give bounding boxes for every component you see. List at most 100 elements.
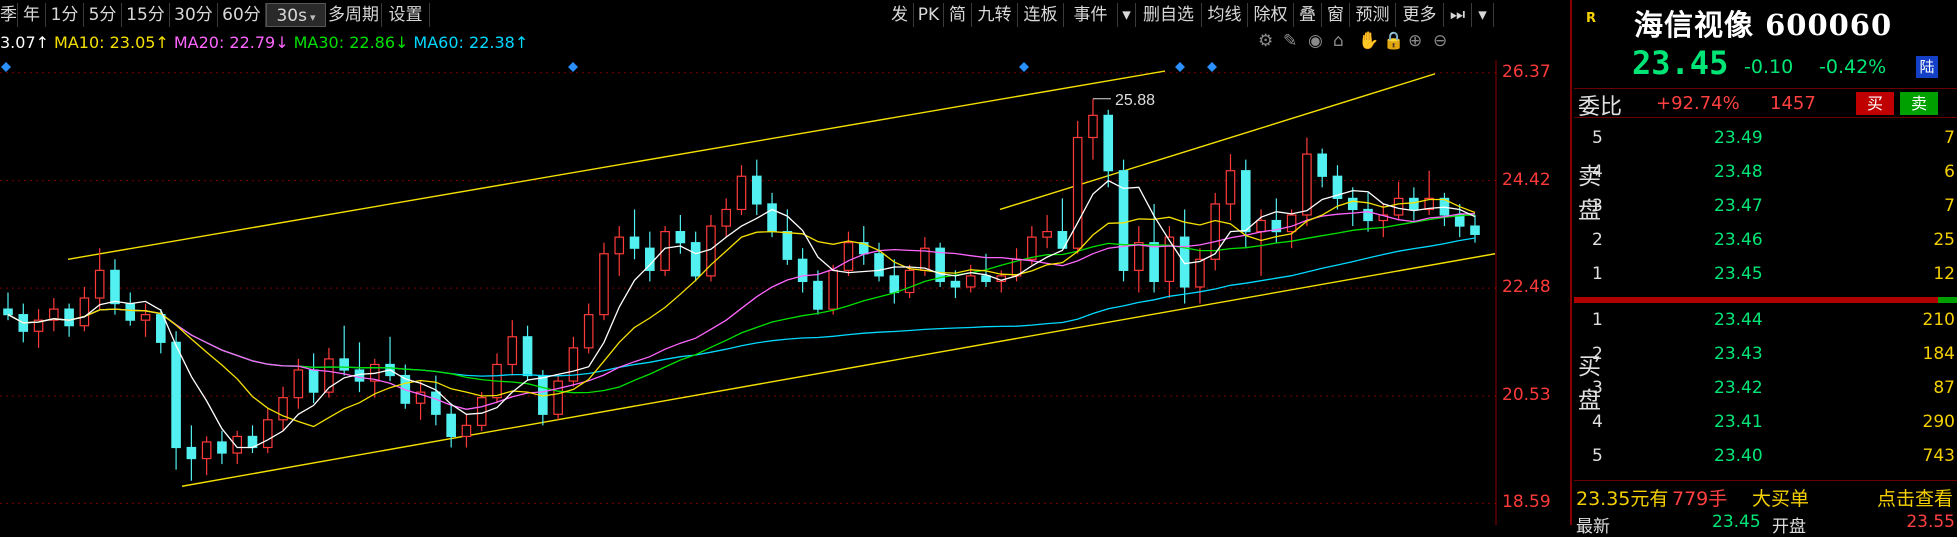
trend-line-upper (67, 70, 1166, 260)
candle-body-44 (675, 231, 686, 244)
toolbar-button-12[interactable]: 简 (944, 3, 972, 27)
latest-price: 23.45 (1712, 512, 1761, 532)
bid-price-2[interactable]: 23.43 (1714, 344, 1763, 364)
ask-price-5[interactable]: 23.49 (1714, 128, 1763, 148)
candle-body-96 (1470, 225, 1480, 235)
eye-icon[interactable]: ◉ (1308, 33, 1324, 50)
open-price: 23.55 (1906, 512, 1955, 532)
candle-body-13 (201, 441, 212, 460)
toolbar-button-4[interactable]: 15分 (122, 3, 170, 27)
candle-body-36 (553, 380, 563, 415)
zoom-in-icon[interactable]: ⊕ (1408, 33, 1424, 50)
weibi-row: 委比 +92.74% 1457 买 卖 (1574, 88, 1957, 120)
toolbar-button-2[interactable]: 1分 (46, 3, 84, 27)
candle-body-47 (721, 208, 732, 227)
toolbar-button-16[interactable]: ▾ (1118, 3, 1136, 27)
big-order-type: 大买单 (1752, 488, 1810, 510)
toolbar-button-20[interactable]: 叠 (1294, 3, 1322, 27)
candle-body-20 (308, 369, 319, 393)
toolbar-button-23[interactable]: 更多 (1396, 3, 1444, 27)
candle-body-53 (813, 280, 823, 310)
bid-price-1[interactable]: 23.44 (1714, 310, 1763, 330)
bank-icon[interactable]: ⌂ (1333, 33, 1349, 50)
candle-body-54 (828, 269, 838, 310)
toolbar-button-24[interactable]: ⏭ (1444, 3, 1472, 27)
candle-body-9 (140, 314, 151, 321)
settings-icon[interactable]: ⚙ (1258, 33, 1274, 50)
toolbar-button-3[interactable]: 5分 (84, 3, 122, 27)
bid-price-3[interactable]: 23.42 (1714, 378, 1763, 398)
toolbar-button-14[interactable]: 连板 (1018, 3, 1064, 27)
candle-body-48 (736, 175, 747, 211)
chevron-down-icon: ▾ (309, 11, 316, 24)
zoom-out-icon[interactable]: ⊖ (1433, 33, 1449, 50)
bid-price-4[interactable]: 23.41 (1714, 412, 1763, 432)
bid-ratio-fill (1574, 297, 1938, 303)
toolbar-button-9[interactable]: 设置 (382, 3, 430, 27)
toolbar-button-15[interactable]: 事件 (1064, 3, 1118, 27)
bid-level-2: 2 (1592, 344, 1603, 364)
ma-value-1: MA10: 23.05↑ (54, 33, 169, 52)
kline-chart[interactable]: 25.88 (0, 60, 1497, 525)
panel-divider (1570, 0, 1572, 525)
candle-body-74 (1134, 242, 1144, 271)
bid-volume-1: 210 (1922, 310, 1955, 330)
toolbar-button-17[interactable]: 删自选 (1136, 3, 1202, 27)
toolbar-button-6[interactable]: 60分 (218, 3, 266, 27)
toolbar-button-13[interactable]: 九转 (972, 3, 1018, 27)
pen-icon[interactable]: ✎ (1283, 33, 1299, 50)
event-marker-0 (1, 62, 11, 72)
toolbar-button-7[interactable]: 30s ▾ (266, 3, 326, 27)
toolbar-button-1[interactable]: 年 (18, 3, 46, 27)
toolbar-button-18[interactable]: 均线 (1202, 3, 1248, 27)
candle-body-41 (629, 236, 640, 249)
bid-level-4: 4 (1592, 412, 1603, 432)
event-marker-4 (1207, 62, 1217, 72)
candle-body-8 (125, 302, 136, 321)
candle-body-86 (1317, 153, 1327, 177)
candle-body-28 (431, 391, 441, 415)
candle-body-57 (874, 253, 884, 277)
buy-button[interactable]: 买 (1856, 92, 1894, 115)
toolbar-button-25[interactable]: ▾ (1472, 3, 1494, 27)
trend-line-upper-2 (999, 73, 1436, 211)
candle-body-22 (339, 358, 349, 371)
ma60-line (7, 237, 1476, 377)
toolbar-button-0[interactable]: 季 (0, 3, 18, 27)
candle-body-7 (110, 269, 120, 305)
sell-button[interactable]: 卖 (1900, 92, 1938, 115)
view-big-order-link[interactable]: 点击查看 (1877, 484, 1953, 511)
ask-price-3[interactable]: 23.47 (1714, 196, 1763, 216)
candle-body-14 (217, 441, 227, 454)
toolbar-button-19[interactable]: 除权 (1248, 3, 1294, 27)
candle-body-59 (904, 269, 915, 294)
ask-volume-2: 25 (1933, 230, 1955, 250)
toolbar-button-21[interactable]: 窗 (1322, 3, 1350, 27)
toolbar-button-22[interactable]: 预测 (1350, 3, 1396, 27)
toolbar-button-10[interactable]: 发 (886, 3, 914, 27)
ma5-line (7, 179, 1476, 449)
ask-price-4[interactable]: 23.48 (1714, 162, 1763, 182)
ask-level-4: 4 (1592, 162, 1603, 182)
price-change: -0.10 (1744, 56, 1794, 78)
period-toolbar: 季年 1分 5分 15分 30分 60分 30s ▾ 多周期 设置发 PK 简九转 连板 事件 ▾ 删自选 均线… (0, 0, 1496, 30)
stock-name[interactable]: 海信视像 600060 (1634, 2, 1892, 44)
candle-body-51 (782, 231, 793, 260)
candle-body-68 (1042, 231, 1052, 238)
hand-icon[interactable]: ✋ (1358, 33, 1379, 50)
candle-body-64 (981, 275, 991, 283)
bid-price-5[interactable]: 23.40 (1714, 446, 1763, 466)
candle-body-67 (1027, 236, 1037, 260)
toolbar-button-5[interactable]: 30分 (170, 3, 218, 27)
candle-body-6 (94, 269, 105, 299)
quote-panel: R 海信视像 600060 23.45 -0.10 -0.42% 陆 委比 +9… (1574, 0, 1957, 537)
ask-price-2[interactable]: 23.46 (1714, 230, 1763, 250)
bid-level-3: 3 (1592, 378, 1603, 398)
bid-volume-2: 184 (1922, 344, 1955, 364)
toolbar-button-8[interactable]: 多周期 (326, 3, 382, 27)
candle-body-77 (1179, 236, 1190, 288)
ask-price-1[interactable]: 23.45 (1714, 264, 1763, 284)
candle-body-71 (1088, 114, 1098, 139)
lock-icon[interactable]: 🔒 (1383, 33, 1404, 50)
toolbar-button-11[interactable]: PK (914, 3, 944, 27)
